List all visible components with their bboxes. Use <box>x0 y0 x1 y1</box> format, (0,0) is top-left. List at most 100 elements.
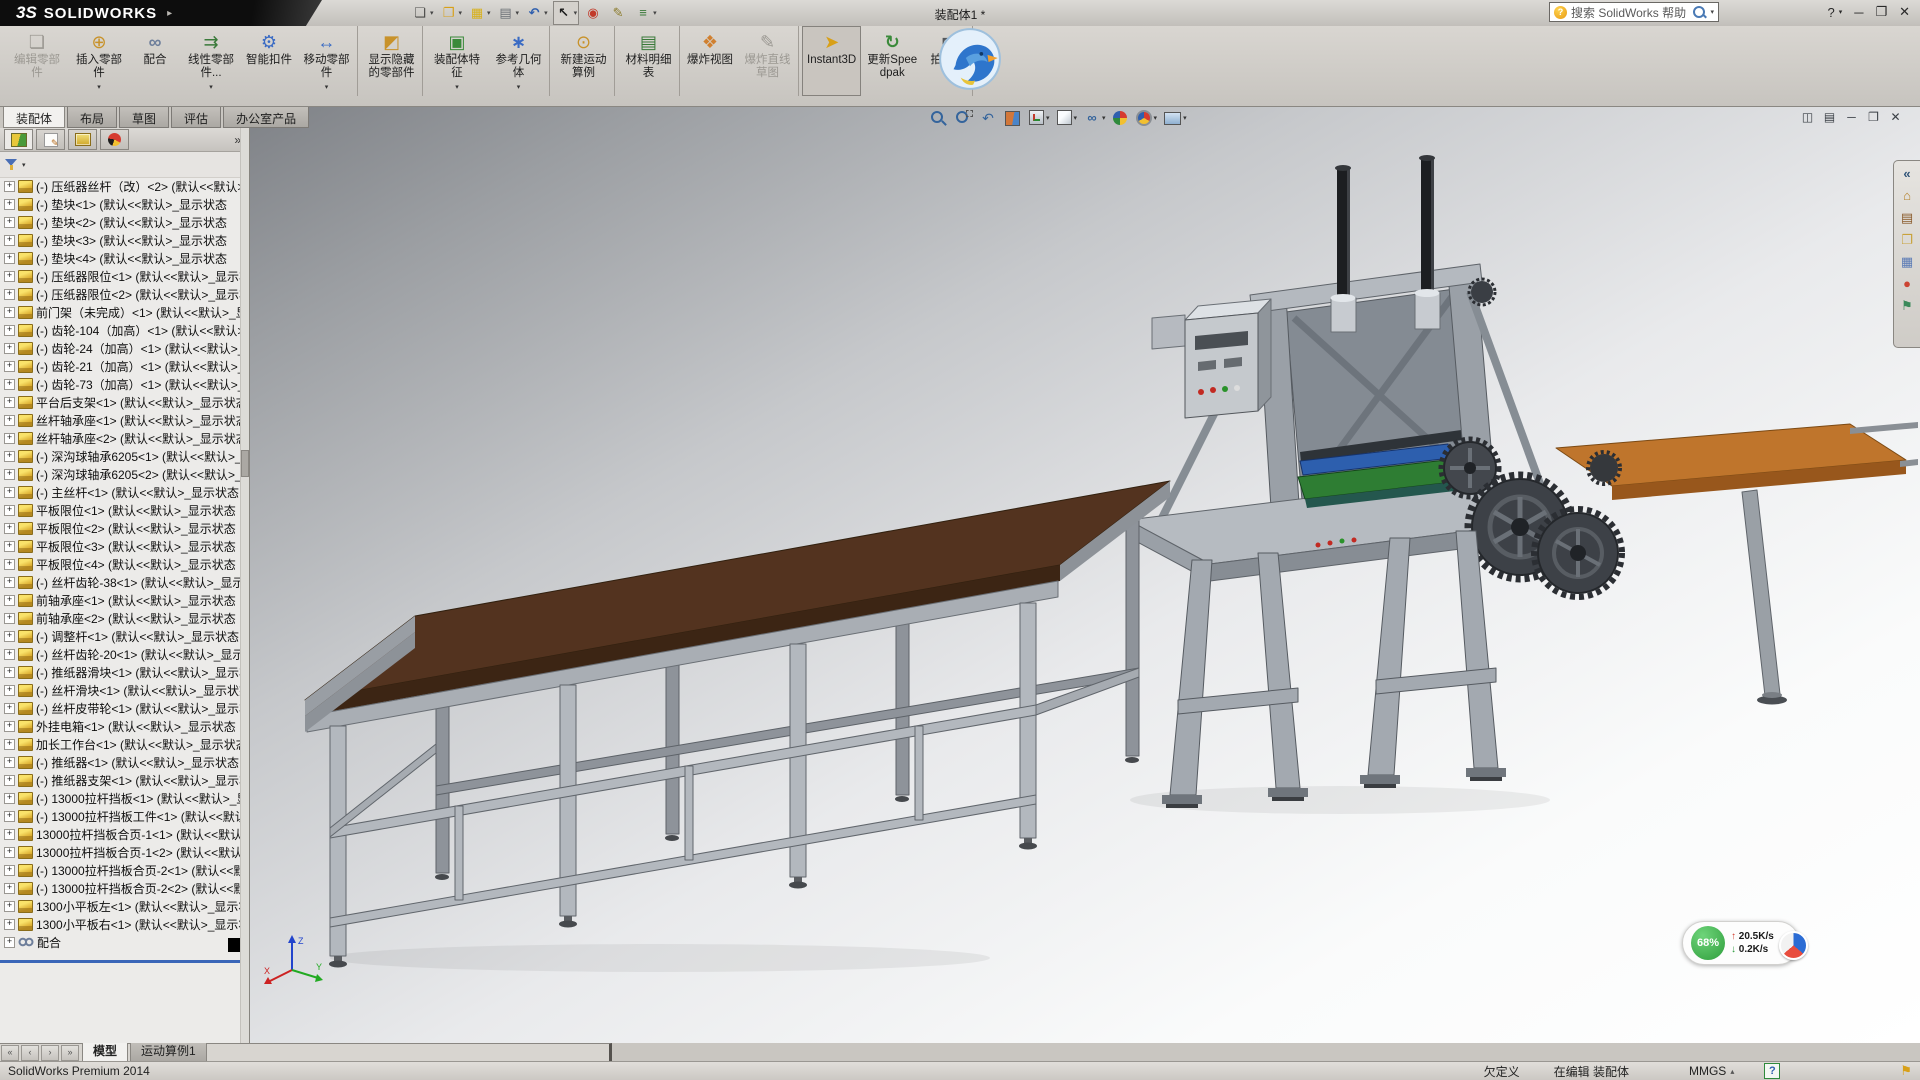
expand-plus-icon[interactable]: + <box>4 523 15 534</box>
tree-row[interactable]: + (-) 推纸器支架<1> (默认<<默认>_显示状态 <box>0 771 241 789</box>
expand-plus-icon[interactable]: + <box>4 649 15 660</box>
tree-item-label[interactable]: (-) 压纸器限位<2> (默认<<默认>_显示状态 <box>36 286 241 303</box>
expand-plus-icon[interactable]: + <box>4 829 15 840</box>
dropdown-arrow-icon[interactable]: ▾ <box>544 9 548 17</box>
tree-item-label[interactable]: (-) 深沟球轴承6205<2> (默认<<默认>_显示状态 <box>36 466 241 483</box>
move-component-icon[interactable]: ↔ 移动零部件 ▾ <box>296 26 358 96</box>
tree-item-label[interactable]: (-) 齿轮-21（加高）<1> (默认<<默认>_显示状态 <box>36 358 241 375</box>
tree-item-label[interactable]: (-) 推纸器<1> (默认<<默认>_显示状态 <box>36 754 239 771</box>
dropdown-arrow-icon[interactable]: ▾ <box>516 9 520 17</box>
help-dropdown-icon[interactable]: ▾ <box>1839 8 1843 16</box>
tree-item-label[interactable]: 平板限位<3> (默认<<默认>_显示状态 <box>36 538 236 555</box>
save-icon[interactable]: ▦ ▾ <box>467 2 492 24</box>
tree-item-label[interactable]: 平板限位<1> (默认<<默认>_显示状态 <box>36 502 236 519</box>
tree-item-label[interactable]: 前轴承座<2> (默认<<默认>_显示状态 <box>36 610 236 627</box>
expand-plus-icon[interactable]: + <box>4 667 15 678</box>
expand-plus-icon[interactable]: + <box>4 235 15 246</box>
tree-row[interactable]: + 平板限位<3> (默认<<默认>_显示状态 <box>0 537 241 555</box>
tree-item-label[interactable]: (-) 推纸器支架<1> (默认<<默认>_显示状态 <box>36 772 241 789</box>
expand-plus-icon[interactable]: + <box>4 325 15 336</box>
expand-plus-icon[interactable]: + <box>4 685 15 696</box>
dropdown-arrow-icon[interactable]: ▾ <box>574 9 578 17</box>
show-pane-icon[interactable]: ▤ <box>1822 110 1837 125</box>
tree-row[interactable]: + 13000拉杆挡板合页-1<2> (默认<<默认>_显示状态 <box>0 843 241 861</box>
tree-row[interactable]: + (-) 丝杆齿轮-38<1> (默认<<默认>_显示状态 <box>0 573 241 591</box>
last-sheet-icon[interactable]: » <box>61 1045 79 1061</box>
expand-plus-icon[interactable]: + <box>4 451 15 462</box>
tree-item-label[interactable]: (-) 主丝杆<1> (默认<<默认>_显示状态 <box>36 484 239 501</box>
expand-plus-icon[interactable]: + <box>4 865 15 876</box>
ribbon-tab[interactable]: 装配体 <box>3 107 65 128</box>
units-arrow-icon[interactable]: ▴ <box>1730 1067 1734 1076</box>
tree-item-label[interactable]: 前轴承座<1> (默认<<默认>_显示状态 <box>36 592 236 609</box>
instant3d-icon[interactable]: ➤ Instant3D <box>802 26 861 96</box>
expand-plus-icon[interactable]: + <box>4 343 15 354</box>
reference-geometry-icon[interactable]: ∗ 参考几何体 ▾ <box>488 26 550 96</box>
appearances-icon[interactable]: ● <box>1903 276 1911 291</box>
expand-plus-icon[interactable]: + <box>4 919 15 930</box>
tree-row[interactable]: + 加长工作台<1> (默认<<默认>_显示状态 <box>0 735 241 753</box>
tree-row[interactable]: + (-) 主丝杆<1> (默认<<默认>_显示状态 <box>0 483 241 501</box>
press-screw-right[interactable] <box>1415 155 1441 329</box>
expand-plus-icon[interactable]: + <box>4 253 15 264</box>
expand-plus-icon[interactable]: + <box>4 379 15 390</box>
expand-plus-icon[interactable]: + <box>4 937 15 948</box>
expand-plus-icon[interactable]: + <box>4 739 15 750</box>
tree-scrollbar-thumb[interactable] <box>241 450 249 477</box>
thunderbird-overlay-icon[interactable] <box>936 27 1004 91</box>
print-icon[interactable]: ▤ ▾ <box>496 2 521 24</box>
open-icon[interactable]: ❐ ▾ <box>439 2 464 24</box>
edit-component-icon[interactable]: ❏ 编辑零部件 <box>6 26 68 96</box>
tree-item-label[interactable]: (-) 压纸器限位<1> (默认<<默认>_显示状态 <box>36 268 241 285</box>
close-doc-icon[interactable]: ✕ <box>1888 110 1903 125</box>
tree-item-label[interactable]: 平板限位<4> (默认<<默认>_显示状态 <box>36 556 236 573</box>
tree-item-label[interactable]: (-) 13000拉杆挡板合页-2<1> (默认<<默认>_显示状态 <box>36 862 241 879</box>
expand-plus-icon[interactable]: + <box>4 631 15 642</box>
expand-plus-icon[interactable]: + <box>4 595 15 606</box>
expand-plus-icon[interactable]: + <box>4 361 15 372</box>
displaymanager-tab[interactable] <box>100 129 129 150</box>
tree-item-label[interactable]: (-) 齿轮-24（加高）<1> (默认<<默认>_显示状态 <box>36 340 241 357</box>
expand-plus-icon[interactable]: + <box>4 487 15 498</box>
expand-plus-icon[interactable]: + <box>4 271 15 282</box>
options-icon[interactable]: ✎ <box>608 2 629 24</box>
dropdown-arrow-icon[interactable]: ▾ <box>1183 114 1187 122</box>
mate-icon[interactable]: ∞ 配合 <box>130 26 180 96</box>
configurationmanager-tab[interactable] <box>68 129 97 150</box>
tree-item-label[interactable]: (-) 垫块<3> (默认<<默认>_显示状态 <box>36 232 227 249</box>
dropdown-arrow-icon[interactable]: ▾ <box>653 9 657 17</box>
tree-row[interactable]: + 平板限位<2> (默认<<默认>_显示状态 <box>0 519 241 537</box>
tree-item-label[interactable]: 平板限位<2> (默认<<默认>_显示状态 <box>36 520 236 537</box>
exploded-view-icon[interactable]: ❖ 爆炸视图 <box>683 26 737 96</box>
expand-plus-icon[interactable]: + <box>4 883 15 894</box>
expand-plus-icon[interactable]: + <box>4 469 15 480</box>
smart-fasteners-icon[interactable]: ⚙ 智能扣件 <box>242 26 296 96</box>
tree-row[interactable]: + 丝杆轴承座<1> (默认<<默认>_显示状态 <box>0 411 241 429</box>
tree-item-label[interactable]: 丝杆轴承座<1> (默认<<默认>_显示状态 <box>36 412 241 429</box>
tree-row[interactable]: + 前轴承座<2> (默认<<默认>_显示状态 <box>0 609 241 627</box>
first-sheet-icon[interactable]: « <box>1 1045 19 1061</box>
tree-item-label[interactable]: (-) 垫块<1> (默认<<默认>_显示状态 <box>36 196 227 213</box>
dropdown-arrow-icon[interactable]: ▾ <box>325 81 329 94</box>
filter-dropdown-icon[interactable]: ▾ <box>22 161 26 169</box>
view-palette-icon[interactable]: ▦ <box>1901 254 1913 269</box>
tree-item-label[interactable]: 配合 <box>37 934 61 951</box>
dropdown-arrow-icon[interactable]: ▾ <box>455 81 459 94</box>
filter-funnel-icon[interactable] <box>5 158 18 171</box>
linear-pattern-icon[interactable]: ⇉ 线性零部件... ▾ <box>180 26 242 96</box>
expand-plus-icon[interactable]: + <box>4 541 15 552</box>
restore-icon[interactable]: ❐ <box>1875 4 1887 20</box>
dropdown-arrow-icon[interactable]: ▾ <box>1046 114 1050 122</box>
show-hidden-components-icon[interactable]: ◩ 显示隐藏的零部件 <box>361 26 423 96</box>
collapse-taskpane-icon[interactable]: « <box>1903 166 1910 181</box>
tree-row[interactable]: + 平板限位<1> (默认<<默认>_显示状态 <box>0 501 241 519</box>
tree-item-label[interactable]: (-) 丝杆皮带轮<1> (默认<<默认>_显示状态 <box>36 700 241 717</box>
tree-item-label[interactable]: (-) 深沟球轴承6205<1> (默认<<默认>_显示状态 <box>36 448 241 465</box>
press-screw-left[interactable] <box>1331 165 1357 332</box>
new-motion-study-icon[interactable]: ⊙ 新建运动算例 <box>553 26 615 96</box>
dropdown-arrow-icon[interactable]: ▾ <box>487 9 491 17</box>
tree-row[interactable]: + (-) 推纸器<1> (默认<<默认>_显示状态 <box>0 753 241 771</box>
expand-plus-icon[interactable]: + <box>4 181 15 192</box>
search-icon[interactable] <box>1692 5 1706 19</box>
expand-plus-icon[interactable]: + <box>4 199 15 210</box>
